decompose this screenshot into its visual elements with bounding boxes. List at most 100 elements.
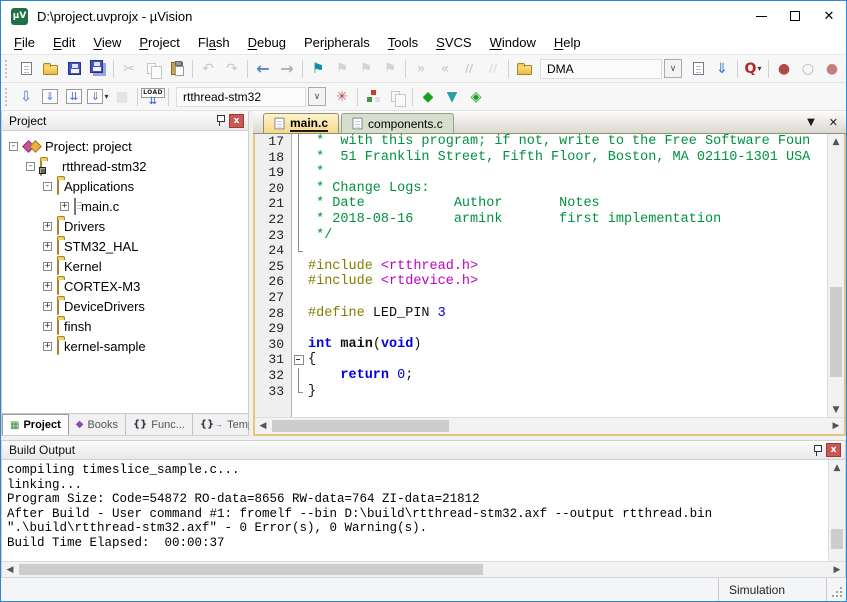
tree-item-applications[interactable]: -Applications [2,176,248,196]
comment-button[interactable]: // [457,58,481,80]
toolbar-grip[interactable] [5,60,10,78]
tree-expander[interactable]: - [43,182,52,191]
enable-breakpoint-button[interactable]: ○ [796,58,820,80]
stop-build-button[interactable]: ■ [110,86,134,108]
panel-tab-func[interactable]: {}Func... [126,414,193,435]
document-list-button[interactable]: ▼ [807,117,815,128]
tree-expander[interactable]: + [43,242,52,251]
manage-project-items-button[interactable] [361,86,385,108]
document-tab-components-c[interactable]: components.c [341,113,454,133]
project-panel-close-button[interactable]: x [229,114,244,128]
navigate-back-button[interactable]: ← [251,58,275,80]
fold-margin[interactable] [291,352,304,368]
tree-item-stm32-hal[interactable]: +STM32_HAL [2,236,248,256]
disable-breakpoints-button[interactable]: ● [820,58,844,80]
previous-bookmark-button[interactable]: ⚑ [330,58,354,80]
select-software-packs-button[interactable]: ▼ [440,86,464,108]
tree-item-drivers[interactable]: +Drivers [2,216,248,236]
tree-item-finsh[interactable]: +finsh [2,316,248,336]
navigate-forward-button[interactable]: → [275,58,299,80]
scroll-left-icon[interactable]: ◀ [2,565,18,575]
insert-bookmark-button[interactable]: ⚑ [306,58,330,80]
new-file-button[interactable] [14,58,38,80]
copy-button[interactable] [141,58,165,80]
tree-item-rtthread-stm32[interactable]: -rtthread-stm32 [2,156,248,176]
maximize-button[interactable] [778,1,812,31]
options-for-target-button[interactable]: ✳ [330,86,354,108]
download-button[interactable]: LOAD⇊ [141,86,165,108]
menu-file[interactable]: File [5,33,44,52]
clear-bookmarks-button[interactable]: ⚑ [378,58,402,80]
tree-item-devicedrivers[interactable]: +DeviceDrivers [2,296,248,316]
tree-expander[interactable]: + [43,222,52,231]
panel-tab-books[interactable]: ◆Books [69,414,126,435]
rebuild-button[interactable]: ⇊ [62,86,86,108]
quick-find-button[interactable]: Q▾ [741,58,765,80]
build-hscroll-thumb[interactable] [19,564,483,575]
editor-vertical-scrollbar[interactable]: ▲ ▼ [827,134,844,417]
close-document-button[interactable]: ✕ [829,116,838,129]
scroll-right-icon[interactable]: ▶ [829,565,845,575]
build-vscroll-thumb[interactable] [831,529,843,549]
close-button[interactable]: ✕ [812,1,846,31]
tree-item-main-c[interactable]: +main.c [2,196,248,216]
menu-help[interactable]: Help [545,33,590,52]
pin-icon[interactable] [215,114,225,127]
target-select[interactable]: rtthread-stm32∨ [176,87,326,107]
save-all-button[interactable] [86,58,110,80]
tree-expander[interactable]: + [43,342,52,351]
open-file-button[interactable] [38,58,62,80]
cut-button[interactable]: ✂ [117,58,141,80]
pack-installer-button[interactable]: ◈ [464,86,488,108]
tree-expander[interactable]: + [43,302,52,311]
tree-expander[interactable]: - [9,142,18,151]
menu-debug[interactable]: Debug [239,33,295,52]
scroll-down-icon[interactable]: ▼ [828,402,844,417]
tree-expander[interactable]: + [43,282,52,291]
undo-button[interactable]: ↶ [196,58,220,80]
uncomment-button[interactable]: // [481,58,505,80]
menu-window[interactable]: Window [481,33,545,52]
indent-button[interactable]: » [409,58,433,80]
next-bookmark-button[interactable]: ⚑ [354,58,378,80]
build-vertical-scrollbar[interactable]: ▲ [828,460,845,561]
manage-workspace-button[interactable] [385,86,409,108]
editor-vscroll-thumb[interactable] [830,287,842,378]
editor-horizontal-scrollbar[interactable]: ◀ ▶ [255,417,844,434]
manage-rte-button[interactable]: ◆ [416,86,440,108]
resize-grip[interactable] [826,578,846,601]
tree-item-cortex-m3[interactable]: +CORTEX-M3 [2,276,248,296]
tree-item-kernel[interactable]: +Kernel [2,256,248,276]
pin-icon[interactable] [812,444,822,457]
build-output-close-button[interactable]: x [826,443,841,457]
tree-expander[interactable]: + [43,262,52,271]
tree-expander[interactable]: + [60,202,69,211]
minimize-button[interactable] [744,1,778,31]
translate-button[interactable]: ⇩ [14,86,38,108]
tree-item-kernel-sample[interactable]: +kernel-sample [2,336,248,356]
scroll-left-icon[interactable]: ◀ [255,421,271,431]
menu-edit[interactable]: Edit [44,33,84,52]
scroll-up-icon[interactable]: ▲ [829,460,845,475]
unindent-button[interactable]: « [433,58,457,80]
menu-view[interactable]: View [84,33,130,52]
incremental-find-button[interactable]: ⇓ [710,58,734,80]
tree-expander[interactable]: - [26,162,35,171]
paste-button[interactable] [165,58,189,80]
menu-peripherals[interactable]: Peripherals [295,33,379,52]
redo-button[interactable]: ↷ [220,58,244,80]
search-combo-dropdown[interactable]: ∨ [664,59,682,78]
toolbar-grip[interactable] [5,88,10,106]
menu-flash[interactable]: Flash [189,33,239,52]
build-horizontal-scrollbar[interactable]: ◀ ▶ [2,561,845,577]
build-button[interactable]: ⇓ [38,86,62,108]
scroll-right-icon[interactable]: ▶ [828,421,844,431]
tree-item-project-project[interactable]: -Project: project [2,136,248,156]
editor-hscroll-thumb[interactable] [272,420,449,432]
search-combo[interactable]: DMA∨ [540,59,682,79]
find-button[interactable] [686,58,710,80]
target-select-dropdown[interactable]: ∨ [308,87,326,106]
insert-breakpoint-button[interactable]: ● [772,58,796,80]
panel-tab-project[interactable]: ▦Project [2,414,69,435]
menu-project[interactable]: Project [130,33,189,52]
